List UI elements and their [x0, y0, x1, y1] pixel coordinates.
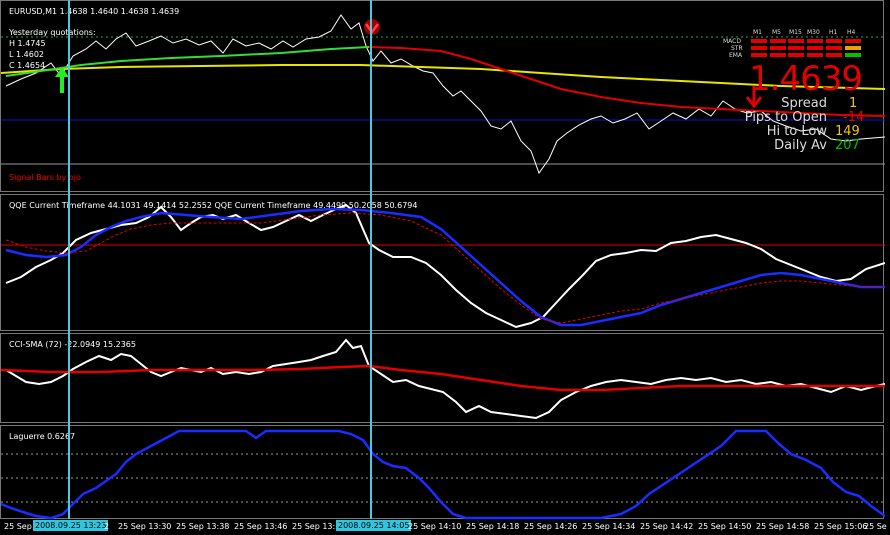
- vertical-cursor-line-2[interactable]: [370, 0, 372, 519]
- price-panel[interactable]: EURUSD,M1 1.4638 1.4640 1.4638 1.4639 Ye…: [0, 0, 885, 192]
- time-tick: 25 Sep 14:10: [408, 522, 462, 531]
- signal-bar-macd: [807, 39, 823, 43]
- time-tick: 2: [104, 522, 110, 531]
- qqe-chart-svg: [1, 203, 885, 329]
- cci-panel[interactable]: CCI-SMA (72) -22.0949 15.2365: [0, 333, 885, 423]
- pips-to-open-value: -14: [843, 110, 865, 125]
- laguerre-title: Laguerre 0.6267: [9, 432, 76, 441]
- yesterday-low: L 1.4602: [9, 50, 44, 59]
- time-tick: 25 Sep 14:58: [756, 522, 810, 531]
- laguerre-blue-line: [1, 429, 885, 520]
- pips-to-open-label: Pips to Open: [744, 110, 827, 125]
- signal-bar-str: [788, 46, 804, 50]
- signal-bar-str: [826, 46, 842, 50]
- time-tick: 25 Sep 13:38: [176, 522, 230, 531]
- qqe-title: QQE Current Timeframe 44.1031 49.1414 52…: [9, 201, 418, 210]
- qqe-red-dashed-line: [5, 212, 885, 324]
- signal-bar-str: [845, 46, 861, 50]
- signal-bar-str: [807, 46, 823, 50]
- signal-bar-macd: [845, 39, 861, 43]
- laguerre-panel[interactable]: Laguerre 0.6267: [0, 425, 885, 520]
- time-tick: 25 Sep 14:50: [698, 522, 752, 531]
- indicator-label: EMA: [729, 52, 743, 59]
- cci-red-line: [1, 364, 885, 392]
- indicator-label: STR: [731, 45, 743, 52]
- signal-bar-str: [770, 46, 786, 50]
- signal-bar-macd: [770, 39, 786, 43]
- hi-to-low-value: 149: [835, 124, 860, 139]
- signal-bar-ema: [770, 53, 786, 57]
- yesterday-close: C 1.4654: [9, 61, 46, 70]
- qqe-blue-line: [5, 207, 885, 327]
- qqe-white-line: [5, 203, 885, 329]
- cci-white-line: [5, 338, 885, 420]
- signal-bar-str: [751, 46, 767, 50]
- tf-label: M5: [772, 29, 781, 36]
- buy-arrow-icon: [55, 67, 69, 93]
- daily-av-label: Daily Av: [774, 138, 827, 153]
- signal-bar-macd: [826, 39, 842, 43]
- time-highlight-2: 2008.09.25 14:05: [336, 520, 412, 531]
- signal-bar-macd: [751, 39, 767, 43]
- signal-bar-ema: [807, 53, 823, 57]
- sell-arrow-icon: [364, 19, 380, 35]
- time-axis: 25 Sep 2008.09.25 13:23 2 25 Sep 13:30 2…: [0, 519, 890, 535]
- current-price: 1.4639: [749, 59, 863, 99]
- signal-bar-ema: [751, 53, 767, 57]
- daily-av-value: 207: [835, 138, 860, 153]
- hi-to-low-label: Hi to Low: [766, 124, 827, 139]
- tf-label: M15: [789, 29, 802, 36]
- spread-label: Spread: [781, 96, 827, 111]
- signal-bar-ema: [788, 53, 804, 57]
- signal-bars-label: Signal Bars by ojo: [9, 173, 81, 182]
- time-highlight-1: 2008.09.25 13:23: [33, 520, 109, 531]
- tf-label: H4: [847, 29, 856, 36]
- tf-label: H1: [829, 29, 838, 36]
- tf-label: M1: [753, 29, 762, 36]
- yesterday-title: Yesterday quotations:: [9, 28, 96, 37]
- time-tick: 25 Sep 13:5: [292, 522, 341, 531]
- time-tick: 25 Sep 14:26: [524, 522, 578, 531]
- time-tick: 25 Sep 14:34: [582, 522, 636, 531]
- signal-bar-ema: [845, 53, 861, 57]
- laguerre-chart-svg: [1, 429, 885, 520]
- indicator-label: MACD: [723, 38, 741, 45]
- qqe-panel[interactable]: QQE Current Timeframe 44.1031 49.1414 52…: [0, 194, 885, 331]
- signal-bar-ema: [826, 53, 842, 57]
- time-tick: 25 Sep 14:42: [640, 522, 694, 531]
- time-tick: 25 Sep 13:46: [234, 522, 288, 531]
- spread-value: 1: [849, 96, 858, 111]
- symbol-header: EURUSD,M1 1.4638 1.4640 1.4638 1.4639: [9, 7, 180, 16]
- time-tick: 25 Se: [864, 522, 887, 531]
- time-tick: 25 Sep 13:30: [118, 522, 172, 531]
- time-tick: 25 Sep: [4, 522, 32, 531]
- cci-title: CCI-SMA (72) -22.0949 15.2365: [9, 340, 136, 349]
- vertical-cursor-line-1[interactable]: [68, 0, 70, 519]
- yesterday-quotations: Yesterday quotations: H 1.4745 L 1.4602 …: [9, 27, 96, 71]
- time-tick: 25 Sep 15:06: [814, 522, 868, 531]
- yesterday-high: H 1.4745: [9, 39, 46, 48]
- tf-label: M30: [807, 29, 820, 36]
- signal-bar-macd: [788, 39, 804, 43]
- time-tick: 25 Sep 14:18: [466, 522, 520, 531]
